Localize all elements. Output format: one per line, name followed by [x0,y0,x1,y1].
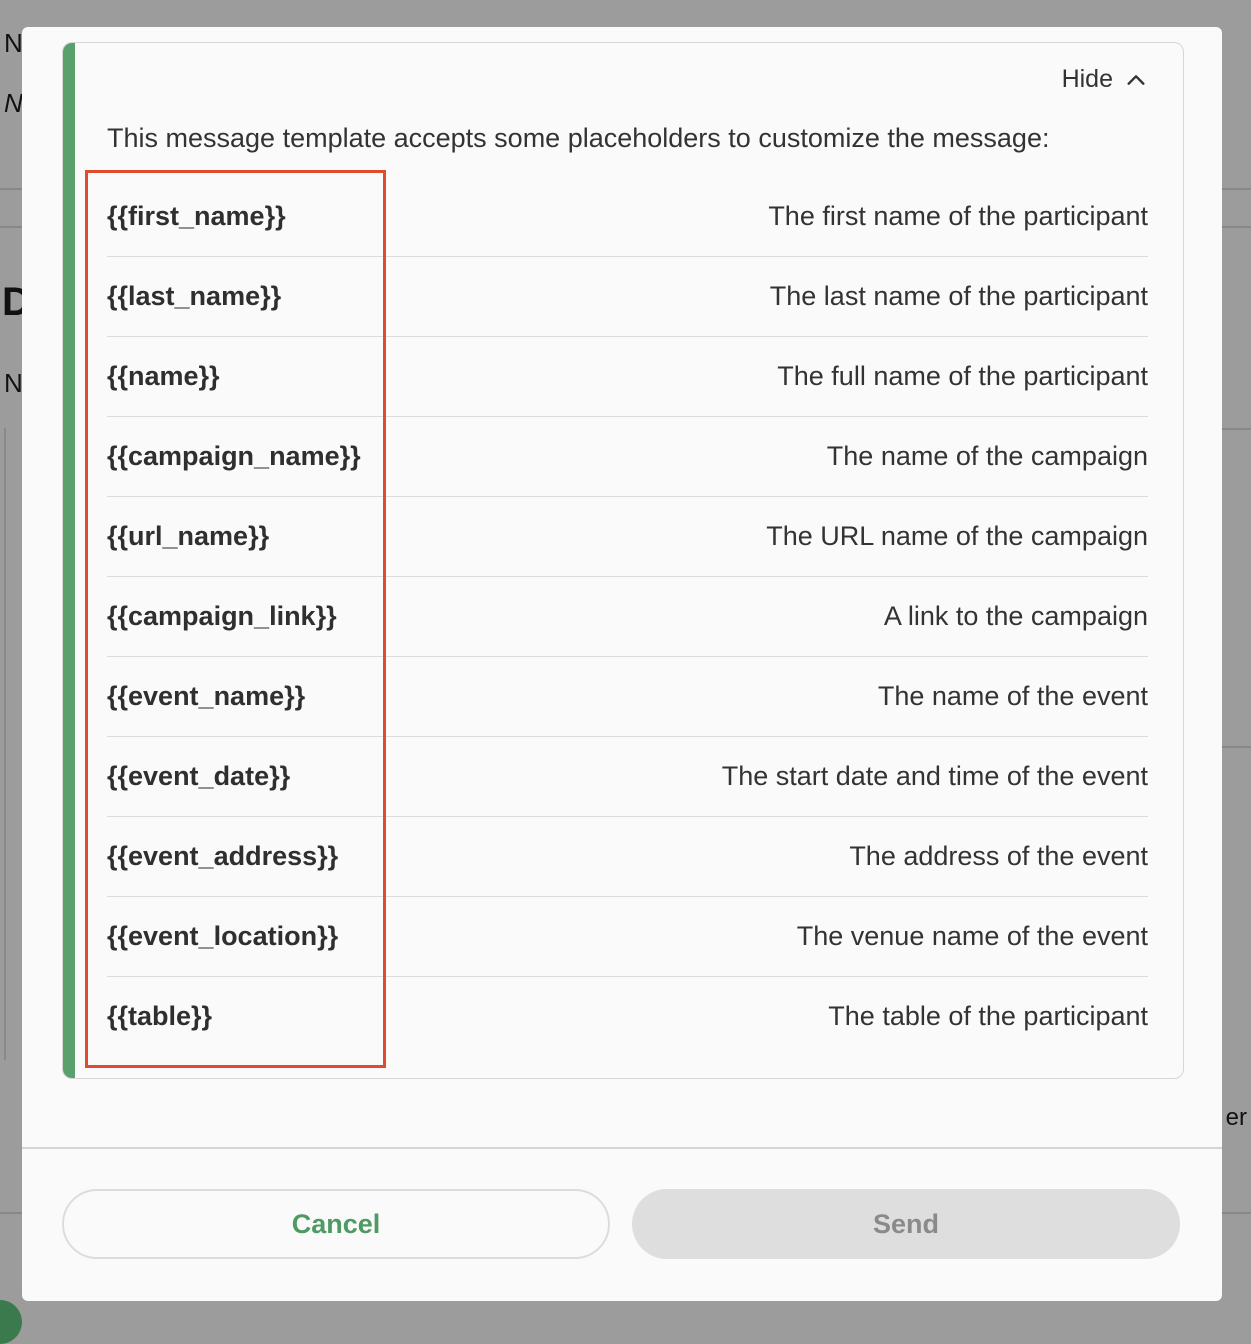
background-divider [1222,188,1251,190]
background-divider [1222,226,1251,228]
placeholder-row: {{campaign_link}} A link to the campaign [107,577,1148,657]
placeholder-description: The first name of the participant [768,201,1148,231]
placeholder-key: {{url_name}} [107,521,270,551]
background-divider [1222,1212,1251,1214]
background-divider [1222,428,1251,430]
background-text: N [4,28,23,58]
placeholder-key: {{campaign_name}} [107,441,361,471]
placeholder-row: {{name}} The full name of the participan… [107,337,1148,417]
placeholder-description: The name of the campaign [826,441,1148,471]
placeholder-key: {{event_date}} [107,761,291,791]
placeholder-key: {{campaign_link}} [107,601,337,631]
background-divider [0,188,22,190]
placeholder-description: The last name of the participant [769,281,1148,311]
placeholder-row: {{event_name}} The name of the event [107,657,1148,737]
send-button[interactable]: Send [632,1189,1180,1259]
placeholder-description: The venue name of the event [796,921,1148,951]
placeholder-row: {{event_date}} The start date and time o… [107,737,1148,817]
placeholder-key: {{first_name}} [107,201,286,231]
placeholder-row: {{campaign_name}} The name of the campai… [107,417,1148,497]
hide-toggle-button[interactable]: Hide [1062,65,1147,94]
placeholder-row: {{table}} The table of the participant [107,977,1148,1056]
background-avatar [0,1300,22,1344]
placeholder-row: {{last_name}} The last name of the parti… [107,257,1148,337]
placeholder-key: {{last_name}} [107,281,282,311]
cancel-button[interactable]: Cancel [62,1189,610,1259]
placeholder-row: {{first_name}} The first name of the par… [107,177,1148,257]
placeholder-description: The full name of the participant [777,361,1148,391]
footer-divider [22,1147,1222,1149]
chevron-up-icon [1127,74,1145,85]
placeholder-description: The start date and time of the event [721,761,1148,791]
background-divider [0,1212,22,1214]
panel-intro-text: This message template accepts some place… [107,123,1050,153]
background-text: er [1225,1104,1247,1131]
background-text: N [4,368,23,398]
placeholder-row: {{event_address}} The address of the eve… [107,817,1148,897]
placeholder-description: The table of the participant [828,1001,1148,1031]
placeholder-description: The address of the event [849,841,1148,871]
placeholder-key: {{event_name}} [107,681,306,711]
placeholder-list: {{first_name}} The first name of the par… [107,177,1148,1056]
placeholder-info-panel: Hide This message template accepts some … [62,42,1184,1079]
placeholder-description: The name of the event [877,681,1148,711]
placeholder-row: {{event_location}} The venue name of the… [107,897,1148,977]
placeholder-row: {{url_name}} The URL name of the campaig… [107,497,1148,577]
background-divider [0,226,22,228]
panel-accent-bar [63,43,75,1078]
placeholder-key: {{name}} [107,361,220,391]
send-message-dialog: Hide This message template accepts some … [22,27,1222,1301]
hide-label: Hide [1061,65,1113,93]
background-divider [1222,746,1251,748]
placeholder-description: A link to the campaign [883,601,1148,631]
background-divider [4,428,6,1060]
placeholder-key: {{event_address}} [107,841,339,871]
placeholder-key: {{event_location}} [107,921,339,951]
placeholder-key: {{table}} [107,1001,213,1031]
background-text: N [4,88,23,118]
placeholder-description: The URL name of the campaign [766,521,1148,551]
